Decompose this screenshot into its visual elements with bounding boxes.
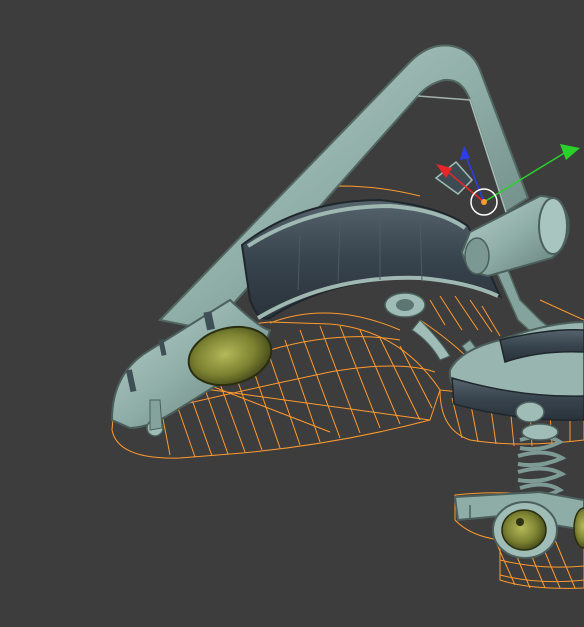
spring-coil[interactable]: [517, 423, 567, 500]
lamp-head-bottom[interactable]: [453, 490, 584, 559]
lamp-head-right[interactable]: [448, 320, 584, 423]
scene-canvas[interactable]: [0, 0, 584, 627]
z-axis-arrow[interactable]: [460, 146, 470, 160]
pivot-point[interactable]: [481, 199, 487, 205]
y-axis-arrow[interactable]: [560, 144, 580, 160]
3d-viewport[interactable]: [0, 0, 584, 627]
